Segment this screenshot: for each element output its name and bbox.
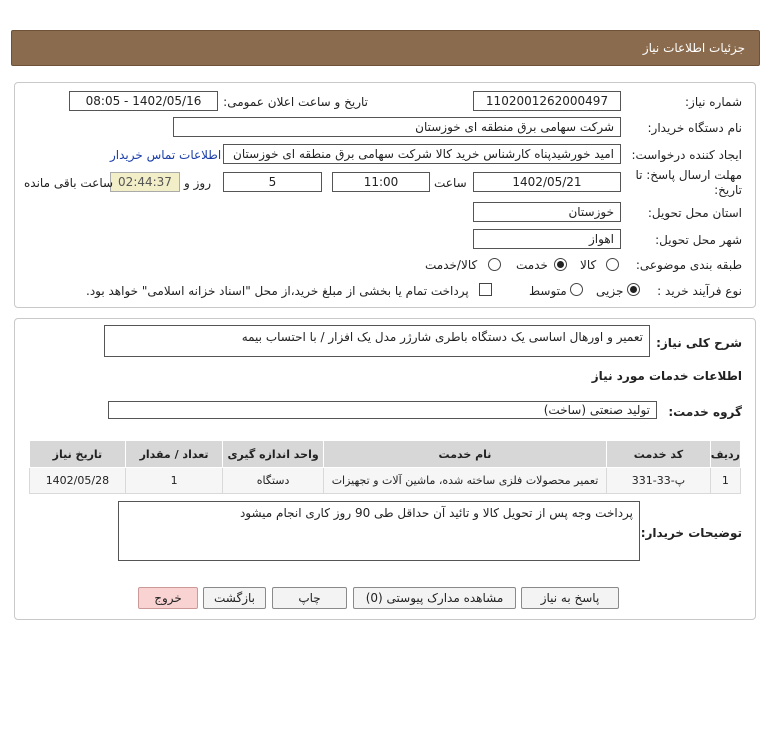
print-button[interactable]: چاپ	[272, 587, 347, 609]
services-table: ردیف کد خدمت نام خدمت واحد اندازه گیری ت…	[29, 440, 742, 494]
back-button[interactable]: بازگشت	[203, 587, 266, 609]
purchase-radio-medium[interactable]	[570, 283, 583, 296]
deadline-time-label: ساعت	[434, 176, 467, 190]
requester-label: ایجاد کننده درخواست:	[631, 148, 742, 162]
city-field: اهواز	[473, 229, 621, 249]
cell-unit: دستگاه	[222, 467, 324, 494]
col-service-name: نام خدمت	[322, 440, 608, 468]
summary-label: شرح کلی نیاز:	[656, 336, 742, 350]
category-radio-goods-service[interactable]	[488, 258, 501, 271]
requester-field: امید خورشیدپناه کارشناس خرید کالا شرکت س…	[223, 144, 621, 164]
deadline-date-field: 1402/05/21	[473, 172, 621, 192]
exit-button[interactable]: خروج	[138, 587, 198, 609]
service-group-label: گروه خدمت:	[668, 405, 742, 419]
treasury-payment-note: پرداخت تمام یا بخشی از مبلغ خرید،از محل …	[86, 284, 469, 298]
deadline-label: مهلت ارسال پاسخ: تا	[635, 168, 742, 182]
buyer-notes-label: توضیحات خریدار:	[640, 526, 742, 540]
page-header: جزئیات اطلاعات نیاز	[11, 30, 760, 66]
province-field: خوزستان	[473, 202, 621, 222]
info-panel	[14, 82, 756, 308]
purchase-option-medium: متوسط	[529, 284, 567, 298]
category-radio-goods[interactable]	[606, 258, 619, 271]
page-title: جزئیات اطلاعات نیاز	[642, 41, 745, 55]
cell-need-date: 1402/05/28	[29, 467, 126, 494]
cell-row: 1	[709, 467, 742, 494]
purchase-option-minor: جزیی	[596, 284, 624, 298]
purchase-radio-minor[interactable]	[627, 283, 640, 296]
services-heading: اطلاعات خدمات مورد نیاز	[591, 369, 742, 383]
table-header-row: ردیف کد خدمت نام خدمت واحد اندازه گیری ت…	[29, 440, 742, 468]
summary-field: تعمیر و اورهال اساسی یک دستگاه باطری شار…	[104, 325, 650, 357]
need-number-label: شماره نیاز:	[685, 95, 742, 109]
col-row: ردیف	[709, 440, 742, 468]
buyer-notes-text: پرداخت وجه پس از تحویل کالا و تائید آن ح…	[239, 506, 633, 520]
buyer-notes-field: پرداخت وجه پس از تحویل کالا و تائید آن ح…	[118, 501, 640, 561]
city-label: شهر محل تحویل:	[655, 233, 742, 247]
deadline-label-date: تاریخ:	[714, 183, 742, 197]
announce-datetime-label: تاریخ و ساعت اعلان عمومی:	[223, 95, 368, 109]
treasury-payment-checkbox[interactable]	[479, 283, 492, 296]
remaining-time-field: 02:44:37	[110, 172, 180, 192]
page: جزئیات اطلاعات نیاز شماره نیاز: 11020012…	[0, 0, 770, 745]
service-group-field: تولید صنعتی (ساخت)	[108, 401, 657, 419]
purchase-type-label: نوع فرآیند خرید :	[657, 284, 742, 298]
deadline-days-field: 5	[223, 172, 322, 192]
announce-datetime-field: 1402/05/16 - 08:05	[69, 91, 218, 111]
category-option-goods: کالا	[580, 258, 597, 272]
deadline-time-field: 11:00	[332, 172, 430, 192]
need-number-field: 1102001262000497	[473, 91, 621, 111]
category-radio-service[interactable]	[554, 258, 567, 271]
province-label: استان محل تحویل:	[647, 206, 742, 220]
buyer-org-label: نام دستگاه خریدار:	[647, 121, 743, 135]
table-row: 1 پ-33-331 تعمیر محصولات فلزی ساخته شده،…	[29, 467, 742, 494]
category-option-goods-service: کالا/خدمت	[425, 258, 478, 272]
cell-service-code: پ-33-331	[606, 467, 711, 494]
col-service-code: کد خدمت	[606, 440, 711, 468]
col-unit: واحد اندازه گیری	[222, 440, 324, 468]
category-option-service: خدمت	[516, 258, 548, 272]
buyer-contact-link[interactable]: اطلاعات تماس خریدار	[110, 148, 221, 162]
cell-quantity: 1	[124, 467, 224, 494]
deadline-days-label: روز و	[184, 176, 211, 190]
view-attachments-button[interactable]: مشاهده مدارک پیوستی (0)	[353, 587, 516, 609]
reply-button[interactable]: پاسخ به نیاز	[521, 587, 619, 609]
remaining-time-label: ساعت باقی مانده	[24, 176, 114, 190]
summary-text: تعمیر و اورهال اساسی یک دستگاه باطری شار…	[241, 330, 643, 344]
col-quantity: تعداد / مقدار	[124, 440, 224, 468]
col-need-date: تاریخ نیاز	[29, 440, 126, 468]
cell-service-name: تعمیر محصولات فلزی ساخته شده، ماشین آلات…	[322, 467, 608, 494]
category-label: طبقه بندی موضوعی:	[635, 258, 742, 272]
buyer-org-field: شرکت سهامی برق منطقه ای خوزستان	[173, 117, 621, 137]
